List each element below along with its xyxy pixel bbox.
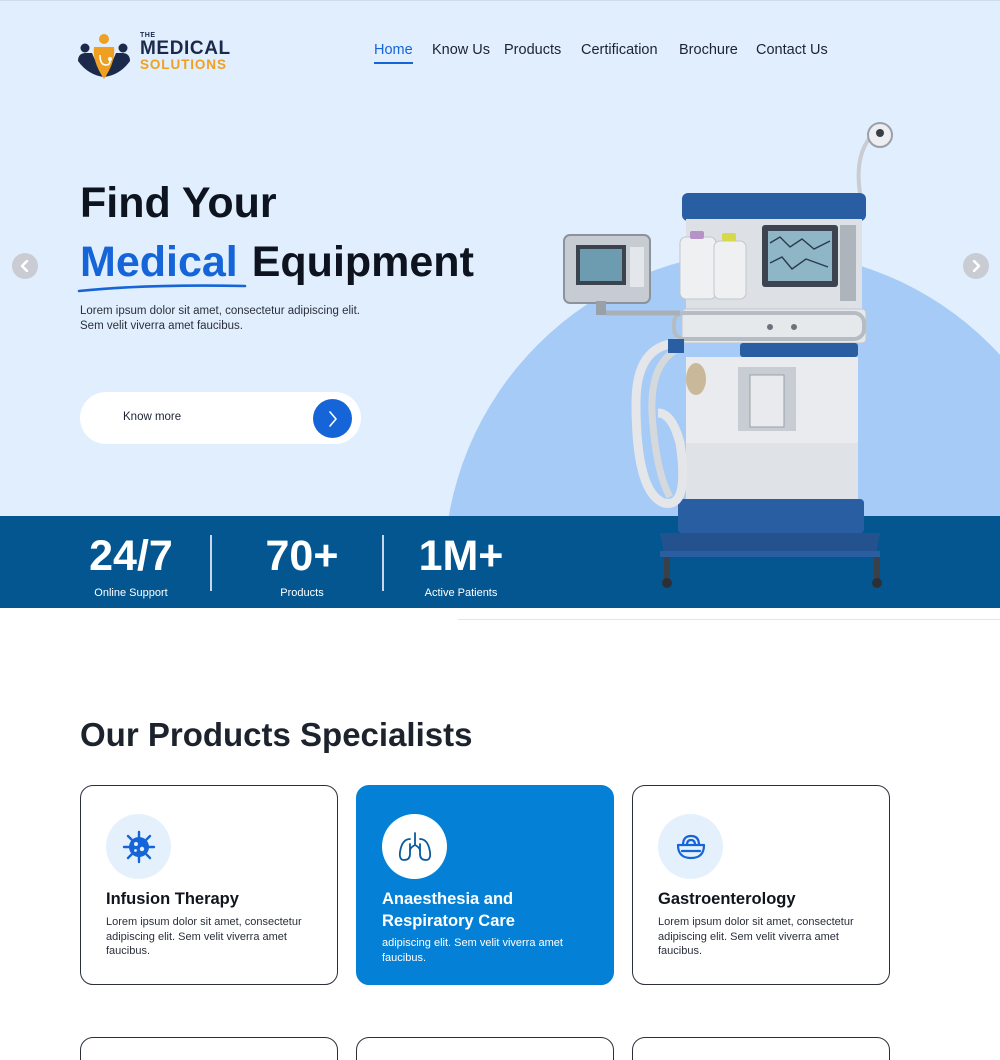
nav-home[interactable]: Home: [374, 42, 413, 64]
nav-brochure[interactable]: Brochure: [679, 42, 738, 58]
nav-know-us[interactable]: Know Us: [432, 42, 490, 58]
stat-patients: 1M+ Active Patients: [411, 534, 511, 599]
card-description: adipiscing elit. Sem velit viverra amet …: [382, 937, 563, 964]
card-title: Infusion Therapy: [106, 890, 239, 908]
hero-section: THE MEDICAL SOLUTIONS Home Know Us Produ…: [0, 0, 1000, 608]
anaesthesia-machine-image: [563, 122, 893, 588]
hero-title-highlight-text: Medical: [80, 238, 238, 286]
stat-support-label: Online Support: [94, 587, 168, 599]
lungs-icon: [398, 831, 431, 861]
hero-title-line2: Medical Equipment: [77, 238, 474, 293]
product-card-next-row[interactable]: [632, 1037, 890, 1060]
product-card-infusion-therapy[interactable]: Infusion Therapy Lorem ipsum dolor sit a…: [80, 785, 338, 985]
stat-support-value: 24/7: [89, 532, 173, 580]
section-divider: [458, 619, 1000, 620]
card-title: Anaesthesia and Respiratory Care: [382, 890, 515, 930]
stat-patients-value: 1M+: [418, 532, 504, 580]
product-card-anaesthesia[interactable]: Anaesthesia and Respiratory Care adipisc…: [356, 785, 614, 985]
stat-divider: [210, 535, 212, 591]
hero-title-highlight: Medical: [77, 238, 247, 293]
nav-products[interactable]: Products: [504, 42, 561, 58]
stat-patients-label: Active Patients: [424, 587, 498, 599]
slider-next-button[interactable]: [963, 253, 989, 279]
main-nav: Home Know Us Products Certification Broc…: [0, 42, 1000, 66]
nav-contact-us[interactable]: Contact Us: [756, 42, 828, 58]
know-more-arrow[interactable]: [313, 399, 352, 438]
card-title: Gastroenterology: [658, 890, 796, 908]
know-more-label: Know more: [123, 411, 182, 423]
stat-products-label: Products: [280, 587, 324, 599]
stomach-icon: [676, 834, 705, 859]
product-card-gastroenterology[interactable]: Gastroenterology Lorem ipsum dolor sit a…: [632, 785, 890, 985]
stat-products: 70+ Products: [252, 534, 352, 599]
know-more-button[interactable]: Know more: [80, 392, 361, 444]
underline-swoosh-icon: [77, 284, 247, 293]
product-card-next-row[interactable]: [356, 1037, 614, 1060]
products-section-title: Our Products Specialists: [80, 716, 473, 753]
hero-title-rest: Equipment: [251, 238, 474, 286]
card-description: Lorem ipsum dolor sit amet, consectetur …: [106, 916, 302, 958]
chevron-right-icon: [328, 410, 337, 427]
card-icon-badge: [106, 814, 171, 879]
chevron-left-icon: [20, 260, 29, 272]
hero-title-line1: Find Your: [80, 179, 277, 227]
card-icon-badge: [382, 814, 447, 879]
product-card-next-row[interactable]: [80, 1037, 338, 1060]
slider-prev-button[interactable]: [12, 253, 38, 279]
card-description: Lorem ipsum dolor sit amet, consectetur …: [658, 916, 854, 958]
nav-certification[interactable]: Certification: [581, 42, 658, 58]
virus-icon: [122, 830, 155, 863]
stat-support: 24/7 Online Support: [81, 534, 181, 599]
card-icon-badge: [658, 814, 723, 879]
nav-home-label: Home: [374, 42, 413, 58]
stat-products-value: 70+: [265, 532, 339, 580]
stat-divider: [382, 535, 384, 591]
nav-active-underline: [374, 62, 413, 64]
chevron-right-icon: [972, 260, 981, 272]
hero-lead-text: Lorem ipsum dolor sit amet, consectetur …: [80, 305, 360, 332]
